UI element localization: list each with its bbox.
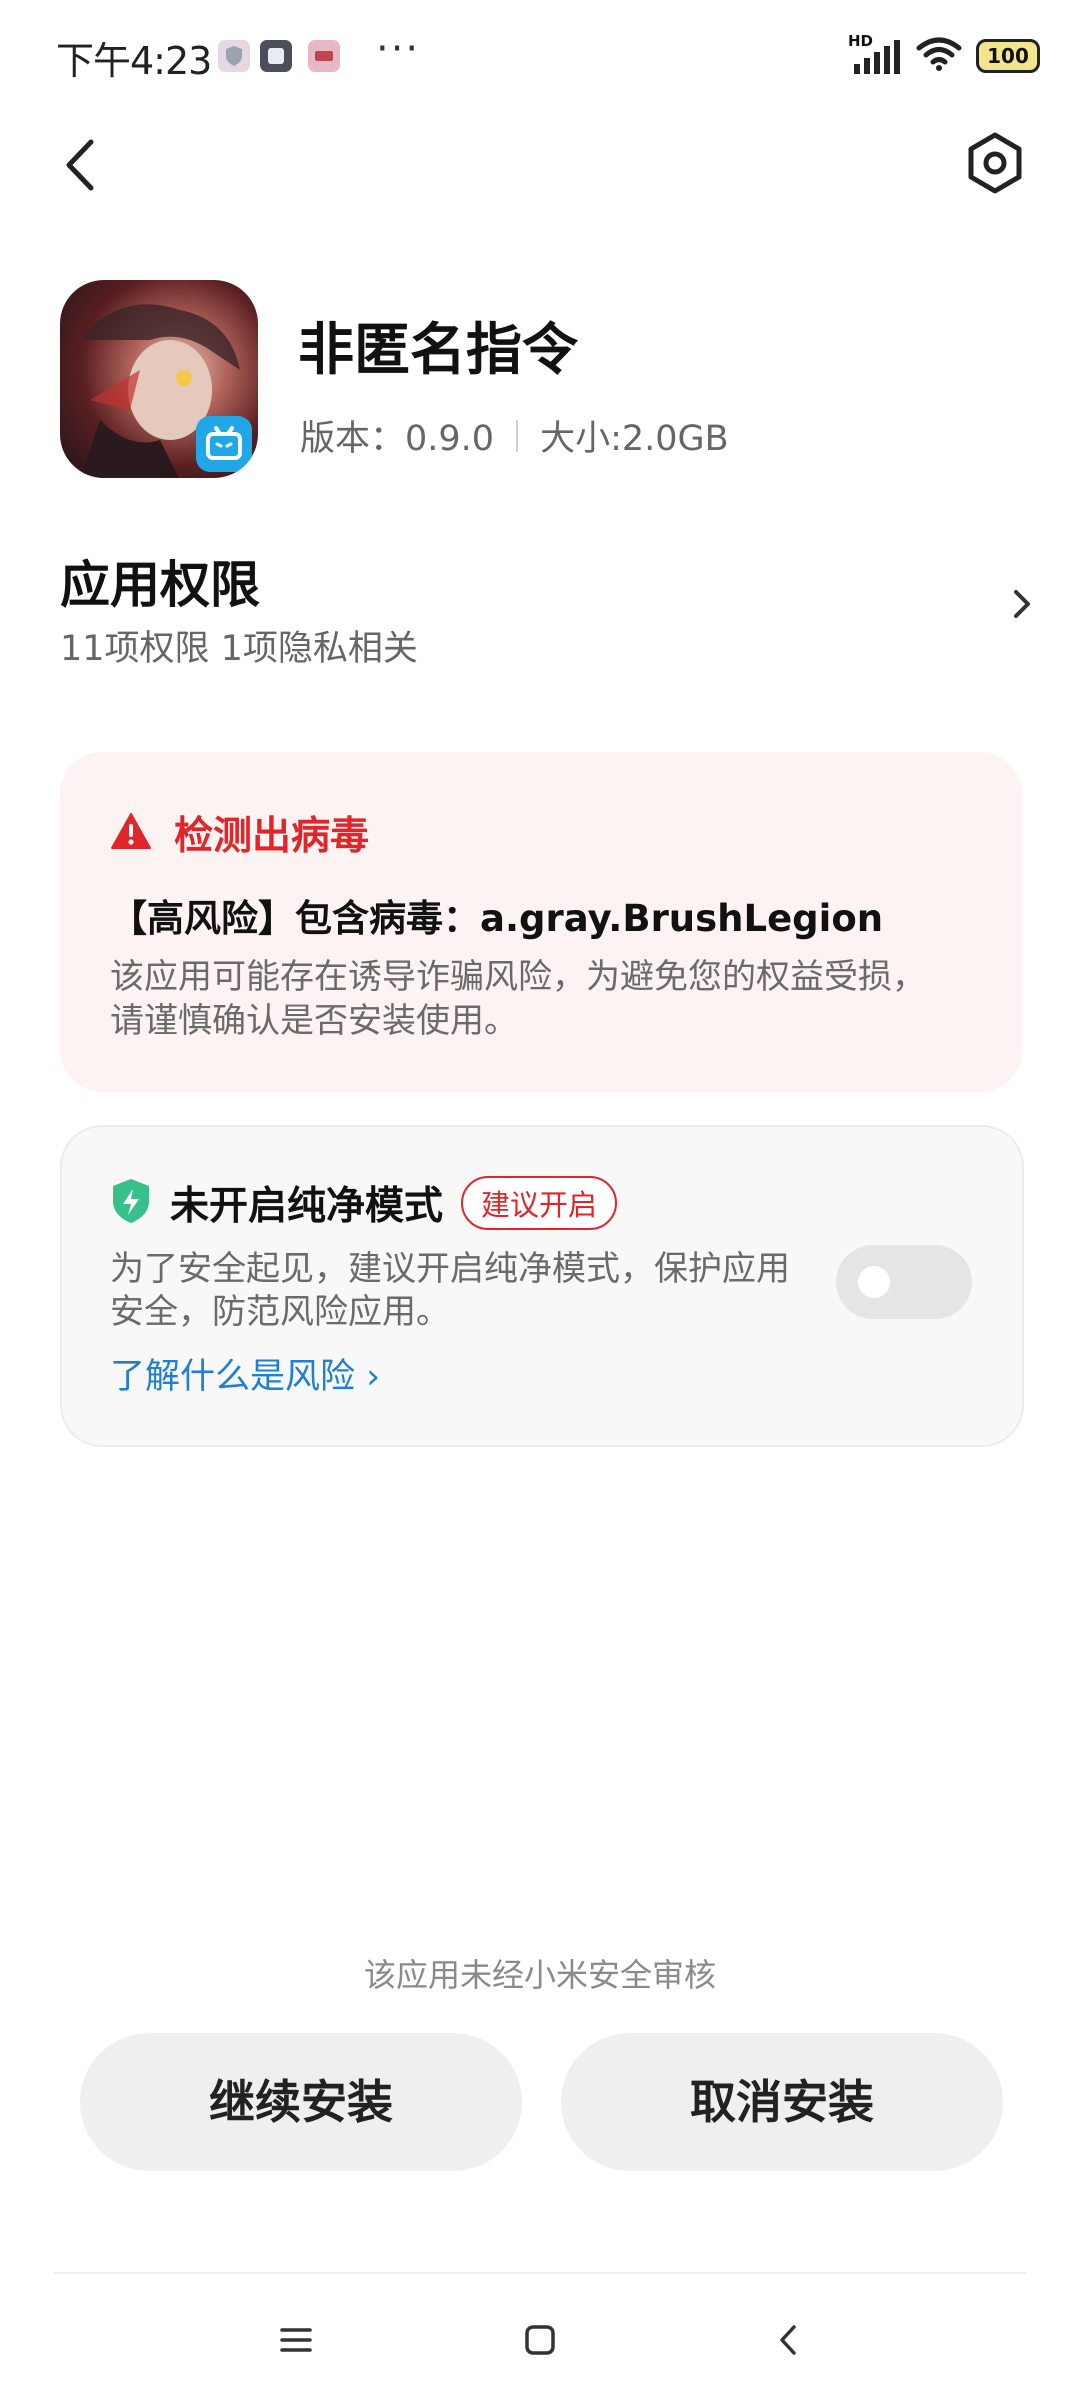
warning-icon <box>110 812 152 854</box>
chevron-right-icon <box>1002 580 1042 628</box>
pure-mode-heading: 未开启纯净模式 建议开启 <box>110 1175 618 1231</box>
settings-icon <box>968 132 1022 194</box>
permissions-row[interactable]: 应用权限 11项权限 1项隐私相关 <box>0 530 1080 680</box>
pure-mode-description: 为了安全起见，建议开启纯净模式，保护应用安全，防范风险应用。 <box>110 1249 790 1332</box>
back-arrow-icon <box>66 139 94 191</box>
nav-home-button[interactable] <box>510 2310 570 2370</box>
back-button[interactable] <box>50 130 110 200</box>
app-name: 非匿名指令 <box>298 318 578 383</box>
menu-icon <box>280 2328 312 2352</box>
settings-button[interactable] <box>960 125 1030 201</box>
virus-name: 【高风险】包含病毒：a.gray.BrushLegion <box>110 897 884 940</box>
pure-mode-title: 未开启纯净模式 <box>170 1184 444 1229</box>
virus-heading: 检测出病毒 <box>110 805 369 861</box>
cancel-install-button[interactable]: 取消安装 <box>561 2033 1003 2171</box>
learn-risk-link[interactable]: 了解什么是风险 › <box>110 1348 380 1399</box>
toggle-knob <box>858 1266 890 1298</box>
continue-install-button[interactable]: 继续安装 <box>80 2033 522 2171</box>
security-notification-icon <box>218 40 250 72</box>
app-version: 版本：0.9.0 <box>300 419 495 459</box>
wifi-icon <box>916 36 962 76</box>
pure-mode-toggle[interactable] <box>836 1245 972 1319</box>
app-icon <box>60 280 258 478</box>
status-time: 下午4:23 <box>56 39 212 83</box>
shield-lightning-icon <box>110 1177 152 1229</box>
app-notification-icon <box>260 40 292 72</box>
virus-description: 该应用可能存在诱导诈骗风险，为避免您的权益受损，请谨慎确认是否安装使用。 <box>110 957 926 1041</box>
back-icon <box>780 2325 796 2355</box>
permissions-title: 应用权限 <box>60 556 260 614</box>
meta-divider <box>516 419 519 452</box>
nav-back-button[interactable] <box>758 2310 818 2370</box>
navbar-divider <box>54 2272 1026 2274</box>
status-bar: 下午4:23 ··· HD 100 <box>0 0 1080 110</box>
security-notice: 该应用未经小米安全审核 <box>363 1956 716 1994</box>
message-notification-icon <box>308 40 340 72</box>
home-icon <box>525 2325 555 2355</box>
bilibili-badge-icon <box>196 416 252 472</box>
virus-heading-text: 检测出病毒 <box>174 814 370 859</box>
nav-menu-button[interactable] <box>266 2310 326 2370</box>
app-meta: 版本：0.9.0 大小:2.0GB <box>300 410 729 461</box>
recommend-tag: 建议开启 <box>461 1176 618 1230</box>
more-notifications-icon: ··· <box>376 26 421 72</box>
signal-icon: HD <box>848 32 902 76</box>
battery-icon: 100 <box>976 39 1040 73</box>
status-indicators: HD 100 <box>848 32 1040 76</box>
app-size: 大小:2.0GB <box>540 419 729 459</box>
permissions-subtitle: 11项权限 1项隐私相关 <box>60 629 418 669</box>
